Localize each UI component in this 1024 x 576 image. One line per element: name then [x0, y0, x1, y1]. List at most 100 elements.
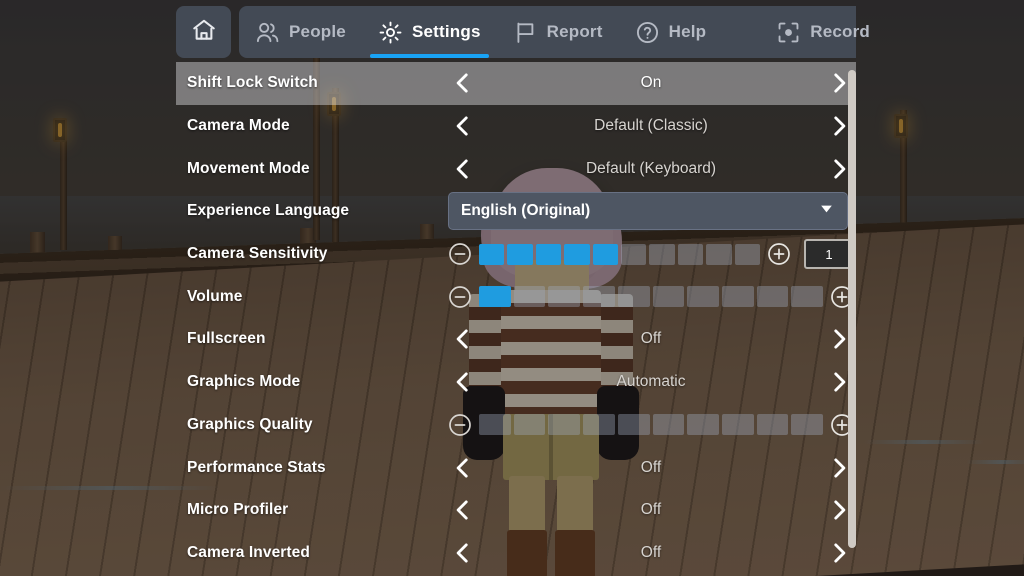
settings-row-label: Movement Mode [176, 160, 448, 178]
settings-row-camera-inverted[interactable]: Camera Inverted Off [176, 532, 856, 575]
menu-tab-strip: People Settings [239, 6, 856, 58]
tab-people-label: People [289, 22, 346, 42]
settings-row-control: English (Original) [448, 190, 856, 233]
settings-row-control: Off [448, 489, 856, 532]
settings-row-graphics-quality[interactable]: Graphics Quality [176, 404, 856, 447]
settings-row-value: Off [478, 330, 824, 348]
minus-icon[interactable] [448, 242, 472, 266]
slider-segment[interactable] [653, 286, 685, 307]
settings-row-control [448, 404, 856, 447]
settings-row-control: Off [448, 446, 856, 489]
settings-row-label: Volume [176, 288, 448, 306]
slider-segment[interactable] [678, 244, 703, 265]
slider-segment[interactable] [514, 286, 546, 307]
settings-row-graphics-mode[interactable]: Graphics ModeAutomatic [176, 361, 856, 404]
chevron-left-icon[interactable] [448, 453, 478, 483]
slider-segment[interactable] [706, 244, 731, 265]
minus-icon[interactable] [448, 413, 472, 437]
slider-segment[interactable] [479, 414, 511, 435]
settings-row-value: Off [478, 544, 824, 562]
settings-row-experience-language[interactable]: Experience LanguageEnglish (Original) [176, 190, 856, 233]
slider-segment[interactable] [621, 244, 646, 265]
tab-settings-label: Settings [412, 22, 481, 42]
tab-report[interactable]: Report [497, 6, 619, 58]
slider-segment[interactable] [514, 414, 546, 435]
slider-segment[interactable] [536, 244, 561, 265]
slider-track[interactable] [479, 244, 760, 265]
settings-row-value: Default (Keyboard) [478, 160, 824, 178]
settings-row-fullscreen[interactable]: Fullscreen Off [176, 318, 856, 361]
slider-segment[interactable] [593, 244, 618, 265]
slider-segment[interactable] [548, 286, 580, 307]
minus-icon[interactable] [448, 285, 472, 309]
slider-segment[interactable] [649, 244, 674, 265]
slider-segment[interactable] [583, 414, 615, 435]
chevron-left-icon[interactable] [448, 324, 478, 354]
slider [448, 410, 854, 440]
chevron-down-icon [818, 200, 835, 222]
slider-value-input[interactable]: 1 [804, 239, 854, 269]
settings-row-label: Camera Inverted [176, 544, 448, 562]
settings-row-label: Camera Sensitivity [176, 245, 448, 263]
slider-segment[interactable] [618, 286, 650, 307]
tab-record[interactable]: Record [760, 6, 886, 58]
tab-help[interactable]: Help [619, 6, 723, 58]
settings-row-label: Shift Lock Switch [176, 74, 448, 92]
slider-segment[interactable] [687, 414, 719, 435]
slider-track[interactable] [479, 414, 823, 435]
settings-row-micro-profiler[interactable]: Micro ProfilerOff [176, 489, 856, 532]
slider-segment[interactable] [583, 286, 615, 307]
slider: 1 [448, 239, 854, 269]
slider-segment[interactable] [653, 414, 685, 435]
slider [448, 282, 854, 312]
settings-row-control [448, 275, 856, 318]
settings-row-camera-mode[interactable]: Camera ModeDefault (Classic) [176, 105, 856, 148]
slider-segment[interactable] [722, 414, 754, 435]
slider-segment[interactable] [564, 244, 589, 265]
slider-segment[interactable] [791, 414, 823, 435]
scrollbar-thumb[interactable] [848, 70, 856, 548]
language-dropdown[interactable]: English (Original) [448, 192, 848, 230]
chevron-left-icon[interactable] [448, 538, 478, 568]
settings-row-performance-stats[interactable]: Performance StatsOff [176, 446, 856, 489]
slider-segment[interactable] [548, 414, 580, 435]
settings-row-control: Default (Keyboard) [448, 147, 856, 190]
chevron-left-icon[interactable] [448, 68, 478, 98]
question-icon [635, 20, 660, 45]
slider-segment[interactable] [722, 286, 754, 307]
settings-row-control: 1 [448, 233, 856, 276]
settings-row-label: Fullscreen [176, 330, 448, 348]
chevron-left-icon[interactable] [448, 111, 478, 141]
chevron-left-icon[interactable] [448, 154, 478, 184]
home-icon [191, 17, 217, 48]
slider-segment[interactable] [757, 414, 789, 435]
slider-segment[interactable] [791, 286, 823, 307]
plus-icon[interactable] [767, 242, 791, 266]
slider-track[interactable] [479, 286, 823, 307]
home-button[interactable] [176, 6, 231, 58]
slider-segment[interactable] [735, 244, 760, 265]
settings-row-volume[interactable]: Volume [176, 275, 856, 318]
tab-people[interactable]: People [239, 6, 362, 58]
settings-row-movement-mode[interactable]: Movement Mode Default (Keyboard) [176, 147, 856, 190]
settings-row-label: Graphics Quality [176, 416, 448, 434]
scrollbar-track[interactable] [848, 68, 856, 566]
chevron-left-icon[interactable] [448, 495, 478, 525]
settings-row-value: Default (Classic) [478, 117, 824, 135]
tab-settings[interactable]: Settings [362, 6, 497, 58]
settings-row-shift-lock-switch[interactable]: Shift Lock Switch On [176, 62, 856, 105]
slider-segment[interactable] [507, 244, 532, 265]
settings-row-value: On [478, 74, 824, 92]
settings-row-camera-sensitivity[interactable]: Camera Sensitivity 1 [176, 233, 856, 276]
slider-segment[interactable] [479, 244, 504, 265]
chevron-left-icon[interactable] [448, 367, 478, 397]
settings-row-label: Micro Profiler [176, 501, 448, 519]
settings-menu: People Settings [176, 0, 856, 576]
settings-row-list[interactable]: Shift Lock Switch On Camera ModeDefault (C… [176, 62, 856, 576]
slider-segment[interactable] [479, 286, 511, 307]
settings-row-control: Off [448, 318, 856, 361]
slider-segment[interactable] [687, 286, 719, 307]
slider-segment[interactable] [618, 414, 650, 435]
settings-row-control: Automatic [448, 361, 856, 404]
slider-segment[interactable] [757, 286, 789, 307]
